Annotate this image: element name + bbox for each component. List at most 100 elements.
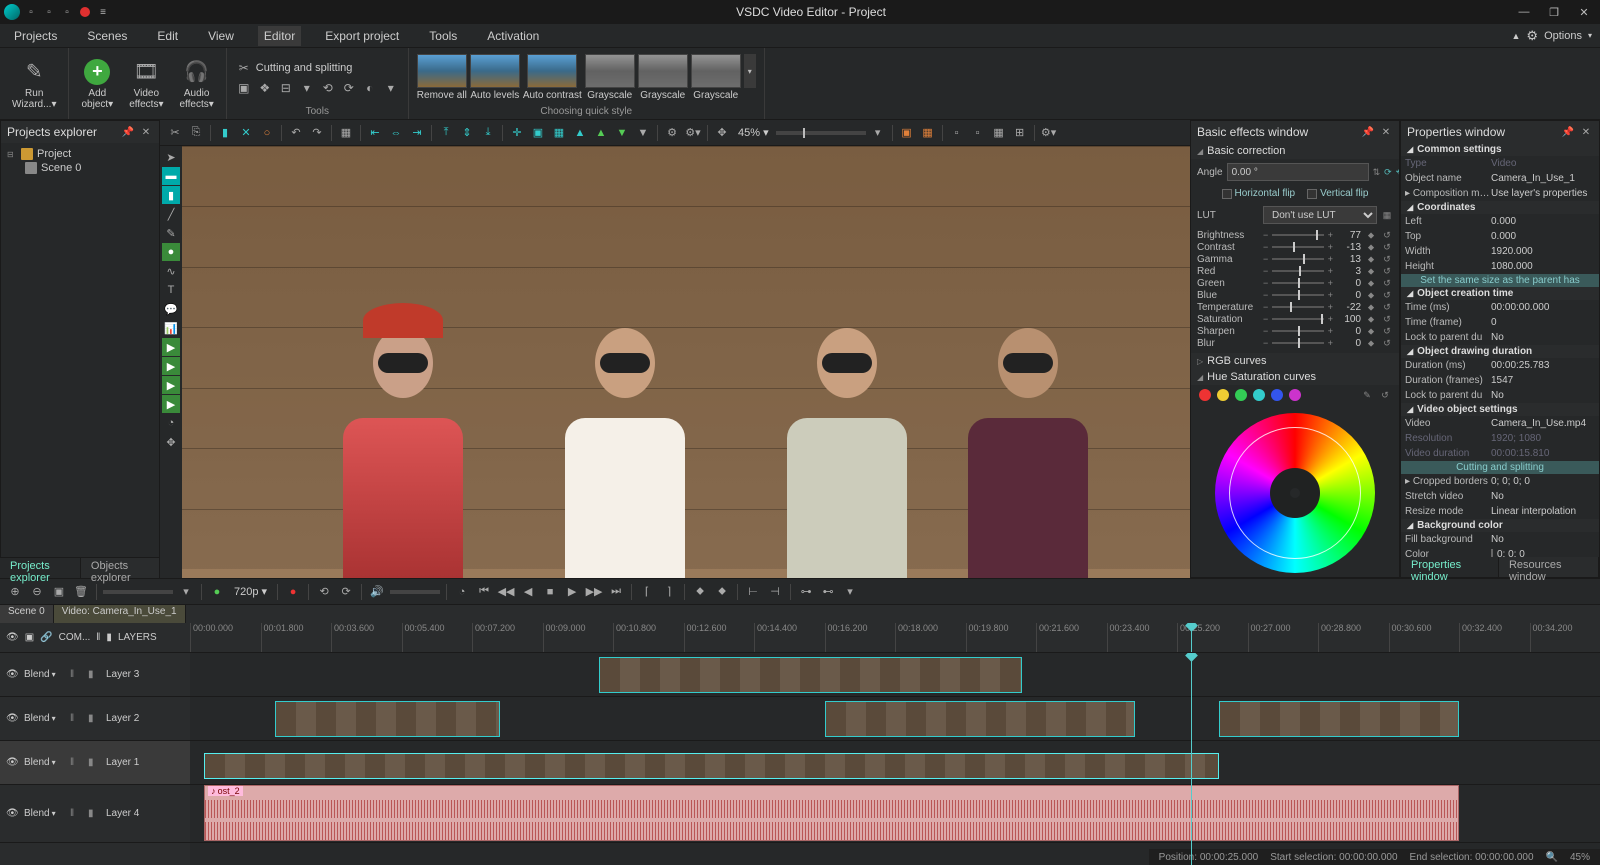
menu-activation[interactable]: Activation: [481, 26, 545, 46]
order-4-icon[interactable]: ▼: [634, 124, 652, 142]
footer-zoom-icon[interactable]: 🔍: [1546, 852, 1558, 863]
wave-icon[interactable]: ‖: [70, 713, 82, 725]
tl-remove-icon[interactable]: ⊖: [28, 583, 46, 601]
grid-icon[interactable]: ▦: [337, 124, 355, 142]
rgb-curves-header[interactable]: ▷RGB curves: [1191, 353, 1399, 369]
tl-more-icon[interactable]: ▾: [841, 583, 859, 601]
grp-1-icon[interactable]: ▣: [898, 124, 916, 142]
close-panel-icon[interactable]: ✕: [139, 125, 153, 139]
run-wizard-button[interactable]: ✎ Run Wizard...▾: [8, 56, 60, 112]
hue-dot-yellow[interactable]: [1217, 389, 1229, 401]
guide-2-icon[interactable]: ▫: [969, 124, 987, 142]
tl-resolution[interactable]: 720p ▾: [230, 585, 271, 598]
chart-tool[interactable]: 📊: [162, 319, 180, 337]
save-icon[interactable]: ▫: [60, 5, 74, 19]
curve-tool[interactable]: ∿: [162, 262, 180, 280]
prop-top[interactable]: Top0.000: [1401, 229, 1599, 244]
tl-next-icon[interactable]: ▶▶: [585, 583, 603, 601]
dist-2-icon[interactable]: ▣: [529, 124, 547, 142]
keyframe-icon[interactable]: ⬥: [1365, 301, 1377, 313]
rect-select-icon[interactable]: ▮: [216, 124, 234, 142]
tree-project[interactable]: ⊟ Project: [5, 147, 155, 161]
text-tool[interactable]: T: [162, 281, 180, 299]
pen-tool[interactable]: ✎: [162, 224, 180, 242]
dist-1-icon[interactable]: ✛: [508, 124, 526, 142]
tl-snap-icon[interactable]: ⊢: [744, 583, 762, 601]
zoom-drop-icon[interactable]: ▾: [869, 124, 887, 142]
blend-mode[interactable]: Blend ▾: [24, 757, 64, 768]
rotate-cw-icon[interactable]: ⟳: [1384, 166, 1392, 178]
order-3-icon[interactable]: ▼: [613, 124, 631, 142]
video-object-settings-header[interactable]: ◢Video object settings: [1401, 403, 1599, 416]
valign-m-icon[interactable]: ⇕: [458, 124, 476, 142]
slider-track[interactable]: [1272, 318, 1323, 320]
eye-icon[interactable]: 👁: [6, 632, 19, 643]
prop-stretch[interactable]: Stretch videoNo: [1401, 489, 1599, 504]
slider-track[interactable]: [1272, 258, 1323, 260]
tl-snap2-icon[interactable]: ⊣: [766, 583, 784, 601]
color-wheel[interactable]: [1215, 413, 1375, 573]
menu-edit[interactable]: Edit: [151, 26, 184, 46]
eyedropper-icon[interactable]: ✎: [1361, 389, 1373, 401]
tl-vol-slider[interactable]: [390, 590, 440, 594]
menu-tools[interactable]: Tools: [423, 26, 463, 46]
menu-export[interactable]: Export project: [319, 26, 405, 46]
hue-dot-blue[interactable]: [1271, 389, 1283, 401]
background-color-header[interactable]: ◢Background color: [1401, 519, 1599, 532]
tl-mark-out-icon[interactable]: ⌉: [660, 583, 678, 601]
clip-layer2-a[interactable]: [275, 701, 501, 737]
close-button[interactable]: ✕: [1572, 2, 1596, 22]
copy-icon[interactable]: ⎘: [187, 124, 205, 142]
prop-lock-parent-2[interactable]: Lock to parent duNo: [1401, 388, 1599, 403]
crop-icon[interactable]: ✕: [237, 124, 255, 142]
hue-dot-magenta[interactable]: [1289, 389, 1301, 401]
visibility-icon[interactable]: 👁: [6, 757, 18, 768]
reset-icon[interactable]: ↺: [1381, 253, 1393, 265]
tab-objects-explorer[interactable]: Objects explorer: [81, 558, 160, 578]
video-tool[interactable]: ▶: [162, 357, 180, 375]
square-tool[interactable]: ▮: [162, 186, 180, 204]
tool-ic-2[interactable]: ❖: [256, 79, 274, 97]
move-tool[interactable]: ✥: [162, 433, 180, 451]
tl-key2-icon[interactable]: ⬥: [713, 583, 731, 601]
timeline-ruler[interactable]: 00:00.00000:01.80000:03.60000:05.40000:0…: [190, 623, 1600, 652]
cog-2-icon[interactable]: ⚙▾: [684, 124, 702, 142]
tl-clock-icon[interactable]: ◔: [453, 583, 471, 601]
tl-res-icon[interactable]: ●: [208, 583, 226, 601]
tracks-area[interactable]: ♪ost_2: [190, 653, 1600, 865]
tl-stop-icon[interactable]: ■: [541, 583, 559, 601]
maximize-button[interactable]: ❐: [1542, 2, 1566, 22]
tab-projects-explorer[interactable]: Projects explorer: [0, 558, 81, 578]
layer-row-layer-4[interactable]: 👁Blend ▾‖▮Layer 4: [0, 785, 190, 843]
playhead[interactable]: [1191, 623, 1192, 652]
video-effects-button[interactable]: 🎞 Video effects▾: [125, 56, 167, 112]
slider-track[interactable]: [1272, 282, 1323, 284]
prop-height[interactable]: Height1080.000: [1401, 259, 1599, 274]
ellipse-tool[interactable]: ●: [162, 243, 180, 261]
close-panel-icon[interactable]: ✕: [1579, 125, 1593, 139]
preview-canvas[interactable]: [182, 146, 1190, 578]
tl-link-icon[interactable]: ⊶: [797, 583, 815, 601]
tooltip-tool[interactable]: 💬: [162, 300, 180, 318]
wave-icon[interactable]: ‖: [70, 669, 82, 681]
quickstyle-1[interactable]: Auto levels: [470, 54, 520, 101]
audio-effects-button[interactable]: 🎧 Audio effects▾: [175, 56, 217, 112]
pin-icon[interactable]: 📌: [1561, 125, 1575, 139]
cutting-splitting-button[interactable]: Cutting and splitting: [1401, 461, 1599, 474]
slider-track[interactable]: [1272, 270, 1323, 272]
order-2-icon[interactable]: ▲: [592, 124, 610, 142]
blend-mode[interactable]: Blend ▾: [24, 808, 64, 819]
slider-track[interactable]: [1272, 330, 1323, 332]
align-l-icon[interactable]: ⇤: [366, 124, 384, 142]
quickstyle-2[interactable]: Auto contrast: [523, 54, 582, 101]
keyframe-icon[interactable]: ⬥: [1365, 337, 1377, 349]
tl-dup-icon[interactable]: ▣: [50, 583, 68, 601]
circle-icon[interactable]: ○: [258, 124, 276, 142]
options-dropdown-icon[interactable]: ▾: [1588, 31, 1592, 40]
tool-ic-7[interactable]: ◐: [361, 79, 379, 97]
prop-time-frame[interactable]: Time (frame)0: [1401, 315, 1599, 330]
undo-icon[interactable]: ↶: [287, 124, 305, 142]
layer-row-layer-3[interactable]: 👁Blend ▾‖▮Layer 3: [0, 653, 190, 697]
rect-tool[interactable]: ▬: [162, 167, 180, 185]
quickstyle-more-button[interactable]: ▾: [744, 54, 756, 88]
